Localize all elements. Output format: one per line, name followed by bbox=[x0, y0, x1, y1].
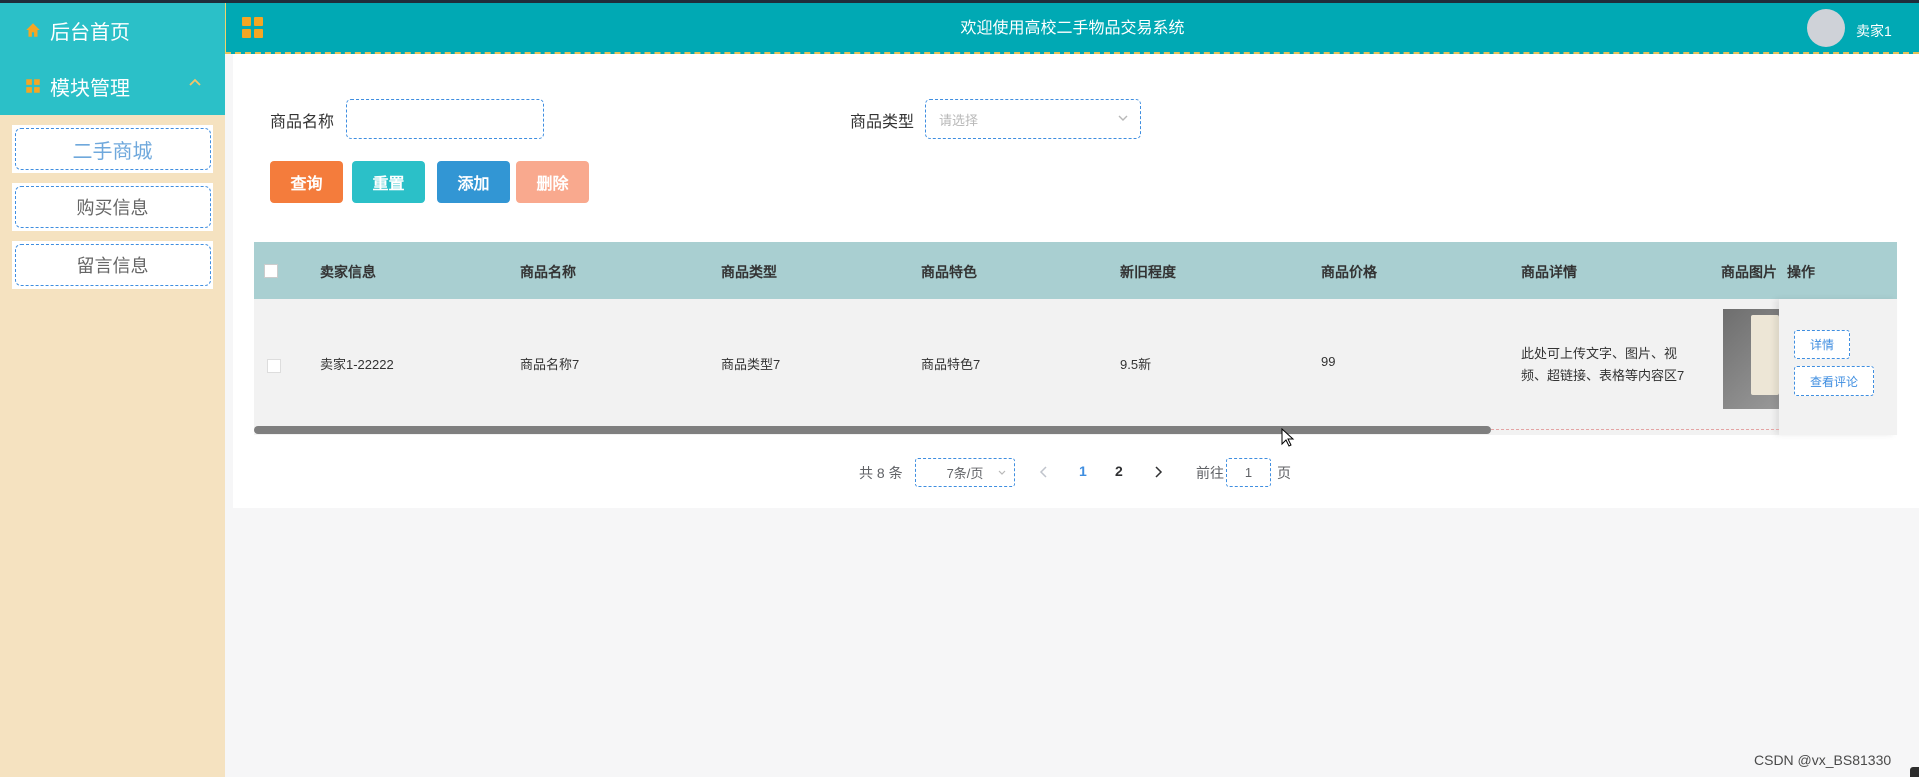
product-table: 卖家信息 商品名称 商品类型 商品特色 新旧程度 商品价格 商品详情 商品图片 … bbox=[254, 242, 1897, 435]
page-suffix: 页 bbox=[1277, 465, 1291, 481]
sidebar-module-label: 模块管理 bbox=[50, 77, 130, 100]
detail-line: 此处可上传文字、图片、视 bbox=[1521, 346, 1678, 361]
sidebar-item-label: 二手商城 bbox=[14, 128, 211, 170]
sidebar-item-module[interactable]: 模块管理 bbox=[0, 57, 225, 115]
header: 欢迎使用高校二手物品交易系统 卖家1 bbox=[225, 3, 1919, 54]
sidebar-item-home[interactable]: 后台首页 bbox=[0, 3, 225, 57]
table-header: 卖家信息 商品名称 商品类型 商品特色 新旧程度 商品价格 商品详情 商品图片 … bbox=[254, 242, 1897, 299]
sidebar: 后台首页 模块管理 二手商城 购买信息 留言信息 bbox=[0, 3, 225, 777]
total-count: 共 8 条 bbox=[859, 465, 903, 481]
product-name-label: 商品名称 bbox=[270, 114, 335, 131]
sidebar-item-shop[interactable]: 二手商城 bbox=[12, 125, 213, 173]
chevron-down-icon bbox=[998, 470, 1006, 475]
prev-page-icon[interactable] bbox=[1038, 465, 1050, 479]
row-checkbox[interactable] bbox=[267, 359, 281, 373]
goto-page-input[interactable]: 1 bbox=[1226, 458, 1271, 487]
cell-price: 99 bbox=[1321, 354, 1336, 369]
scroll-track bbox=[1491, 429, 1779, 430]
grid-icon bbox=[26, 79, 40, 93]
col-feature: 商品特色 bbox=[921, 264, 977, 280]
table-row: 卖家1-22222 商品名称7 商品类型7 商品特色7 9.5新 99 此处可上… bbox=[254, 299, 1897, 435]
horizontal-scrollbar[interactable] bbox=[254, 426, 1491, 434]
page-2[interactable]: 2 bbox=[1115, 463, 1123, 479]
view-comments-button[interactable]: 查看评论 bbox=[1794, 366, 1874, 396]
sidebar-item-purchase[interactable]: 购买信息 bbox=[12, 183, 213, 231]
detail-line: 频、超链接、表格等内容区7 bbox=[1521, 368, 1685, 383]
detail-button[interactable]: 详情 bbox=[1794, 330, 1850, 359]
mouse-cursor-icon bbox=[1281, 428, 1295, 447]
avatar[interactable] bbox=[1807, 9, 1845, 47]
col-actions: 操作 bbox=[1787, 264, 1815, 280]
col-price: 商品价格 bbox=[1321, 264, 1377, 280]
next-page-icon[interactable] bbox=[1152, 465, 1164, 479]
sidebar-item-label: 留言信息 bbox=[14, 244, 211, 286]
cell-name: 商品名称7 bbox=[520, 357, 580, 372]
cell-feature: 商品特色7 bbox=[921, 357, 981, 372]
select-all-checkbox[interactable] bbox=[264, 264, 278, 278]
tote-bag-image bbox=[1751, 315, 1779, 395]
sidebar-item-messages[interactable]: 留言信息 bbox=[12, 241, 213, 289]
col-condition: 新旧程度 bbox=[1120, 264, 1176, 280]
cell-seller: 卖家1-22222 bbox=[320, 357, 394, 372]
page-size-value: 7条/页 bbox=[946, 466, 984, 481]
col-type: 商品类型 bbox=[721, 264, 777, 280]
goto-label: 前往 bbox=[1196, 465, 1224, 481]
cell-type: 商品类型7 bbox=[721, 357, 781, 372]
delete-button[interactable]: 删除 bbox=[516, 161, 589, 203]
cell-detail: 此处可上传文字、图片、视 频、超链接、表格等内容区7 bbox=[1521, 343, 1684, 387]
reset-button[interactable]: 重置 bbox=[352, 161, 425, 203]
sidebar-item-label: 购买信息 bbox=[14, 186, 211, 228]
username[interactable]: 卖家1 bbox=[1856, 21, 1892, 41]
page-size-select[interactable]: 7条/页 bbox=[915, 458, 1015, 487]
actions-cell: 详情 查看评论 bbox=[1779, 299, 1897, 435]
main-panel: 商品名称 商品类型 请选择 查询 重置 添加 删除 卖家信息 商品名称 商品类型… bbox=[233, 54, 1919, 508]
corner-mark bbox=[1910, 767, 1919, 777]
col-seller: 卖家信息 bbox=[320, 264, 376, 280]
product-type-select[interactable]: 请选择 bbox=[925, 99, 1141, 139]
page-1[interactable]: 1 bbox=[1079, 463, 1087, 479]
query-button[interactable]: 查询 bbox=[270, 161, 343, 203]
home-icon bbox=[26, 23, 40, 37]
sidebar-home-label: 后台首页 bbox=[50, 21, 130, 44]
select-placeholder: 请选择 bbox=[939, 113, 979, 128]
col-detail: 商品详情 bbox=[1521, 264, 1577, 280]
watermark: CSDN @vx_BS81330 bbox=[1754, 752, 1892, 768]
chevron-down-icon bbox=[1118, 115, 1128, 121]
product-type-label: 商品类型 bbox=[850, 114, 915, 131]
product-image[interactable] bbox=[1723, 309, 1783, 409]
product-name-input[interactable] bbox=[346, 99, 544, 139]
add-button[interactable]: 添加 bbox=[437, 161, 510, 203]
col-image: 商品图片 bbox=[1721, 264, 1777, 280]
col-name: 商品名称 bbox=[520, 264, 576, 280]
cell-condition: 9.5新 bbox=[1120, 357, 1152, 372]
chevron-up-icon bbox=[189, 78, 201, 86]
app-title: 欢迎使用高校二手物品交易系统 bbox=[960, 20, 1185, 37]
